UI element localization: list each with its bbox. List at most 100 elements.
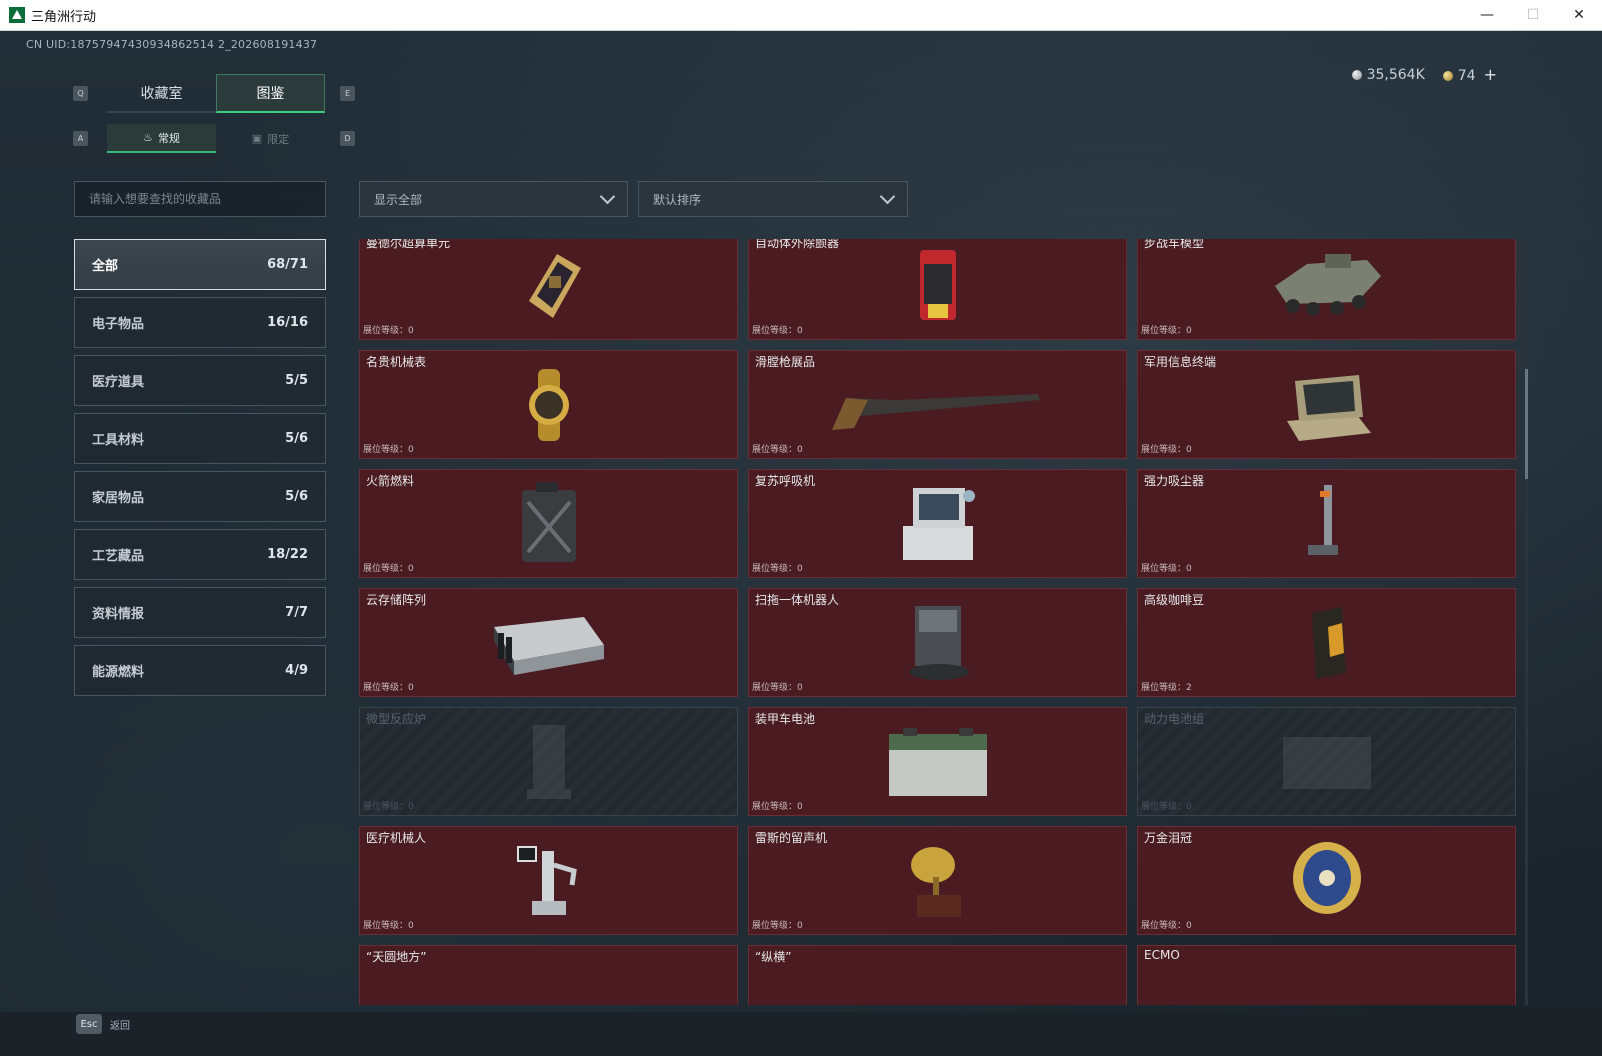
item-name: 万金泪冠 [1144,831,1193,845]
item-level: 展位等级：0 [752,445,803,455]
key-hint-d: D [340,131,355,146]
category-count: 68/71 [267,257,308,272]
back-label: 返回 [110,1020,130,1032]
collection-card[interactable]: 军用信息终端 展位等级：0 [1137,350,1516,459]
sub-tabs: ♨ 常规 ▣ 限定 [107,124,325,153]
key-hint-e: E [340,86,355,101]
add-currency-button[interactable]: + [1484,65,1497,84]
subtab-limited[interactable]: ▣ 限定 [216,124,325,153]
category-tools[interactable]: 工具材料 5/6 [74,413,326,464]
category-list: 全部 68/71 电子物品 16/16 医疗道具 5/5 工具材料 5/6 家居… [74,239,326,703]
item-level: 展位等级：0 [1141,326,1192,336]
ifv-model-icon [1274,253,1381,316]
battery-icon [888,727,987,796]
category-household[interactable]: 家居物品 5/6 [74,471,326,522]
collection-card[interactable]: 医疗机械人 展位等级：0 [359,826,738,935]
collection-card-locked[interactable]: 动力电池组 展位等级：0 [1137,707,1516,816]
maximize-button[interactable]: ☐ [1510,0,1556,31]
collection-card[interactable]: 名贵机械表 展位等级：0 [359,350,738,459]
collection-card[interactable]: 曼德尔超算单元 展位等级：0 [359,239,738,340]
item-name: 高级咖啡豆 [1144,593,1205,607]
tab-collection-room[interactable]: 收藏室 [107,74,216,113]
collection-card[interactable]: 自动体外除颤器 展位等级：0 [748,239,1127,340]
subtab-regular[interactable]: ♨ 常规 [107,124,216,153]
currency-display: 35,564K 74 + [1351,65,1497,84]
app-logo-icon [9,7,25,23]
collection-card[interactable]: 高级咖啡豆 展位等级：2 [1137,588,1516,697]
category-label: 能源燃料 [92,665,145,680]
item-name: 动力电池组 [1144,712,1205,726]
item-name: 火箭燃料 [366,474,415,488]
item-level: 展位等级：0 [363,683,414,693]
item-level: 展位等级：0 [1141,564,1192,574]
category-label: 工具材料 [92,433,145,448]
category-intel[interactable]: 资料情报 7/7 [74,587,326,638]
gold-amount: 74 [1457,68,1476,84]
grid-scrollbar[interactable] [1525,239,1528,1005]
search-box [74,181,326,217]
item-name: 雷斯的留声机 [755,831,828,845]
terminal-icon [1286,374,1371,441]
esc-key-hint: Esc [76,1014,102,1034]
item-level: 展位等级：0 [1141,802,1192,812]
item-level: 展位等级：0 [752,326,803,336]
item-name: 名贵机械表 [366,355,427,369]
collection-card[interactable]: 扫拖一体机器人 展位等级：0 [748,588,1127,697]
defibrillator-icon [919,249,956,320]
collection-card-locked[interactable]: 微型反应炉 展位等级：0 [359,707,738,816]
collection-card[interactable]: 雷斯的留声机 展位等级：0 [748,826,1127,935]
category-label: 家居物品 [92,491,145,506]
back-button[interactable]: Esc 返回 [76,1014,130,1034]
category-count: 18/22 [267,547,308,562]
category-count: 5/5 [285,373,308,388]
chip-icon [528,253,581,318]
window-titlebar: 三角洲行动 — ☐ ✕ [0,0,1602,31]
category-electronics[interactable]: 电子物品 16/16 [74,297,326,348]
player-uid: CN UID:18757947430934862514 2_2026081914… [26,38,318,51]
game-viewport: CN UID:18757947430934862514 2_2026081914… [0,31,1602,1056]
category-medical[interactable]: 医疗道具 5/5 [74,355,326,406]
category-energy[interactable]: 能源燃料 4/9 [74,645,326,696]
item-level: 展位等级：2 [1141,683,1192,693]
collection-card[interactable]: “纵横” [748,945,1127,1005]
item-level: 展位等级：0 [752,921,803,931]
category-all[interactable]: 全部 68/71 [74,239,326,290]
filter-dropdown[interactable]: 显示全部 [359,181,628,217]
medical-robot-icon [516,845,577,915]
chevron-down-icon [599,188,616,204]
category-label: 资料情报 [92,607,145,622]
search-input[interactable] [89,192,311,206]
sort-dropdown[interactable]: 默认排序 [638,181,908,217]
category-count: 7/7 [285,605,308,620]
item-level: 展位等级：0 [752,802,803,812]
collection-card[interactable]: 步战车模型 展位等级：0 [1137,239,1516,340]
item-level: 展位等级：0 [752,683,803,693]
collection-card[interactable]: ECMO [1137,945,1516,1005]
category-crafts[interactable]: 工艺藏品 18/22 [74,529,326,580]
subtab-regular-label: 常规 [157,131,180,145]
gold-coin-icon [1442,71,1453,81]
collection-card[interactable]: 滑膛枪展品 展位等级：0 [748,350,1127,459]
minimize-button[interactable]: — [1464,0,1510,31]
item-name: 装甲车电池 [755,712,816,726]
scrollbar-thumb[interactable] [1525,369,1528,479]
collection-card[interactable]: 装甲车电池 展位等级：0 [748,707,1127,816]
item-name: 云存储阵列 [366,593,427,607]
collection-grid: 曼德尔超算单元 展位等级：0 自动体外除颤器 展位等级：0 步战车模型 展位等级… [359,239,1519,1005]
collection-card[interactable]: 云存储阵列 展位等级：0 [359,588,738,697]
item-name: 复苏呼吸机 [755,474,816,488]
item-name: 扫拖一体机器人 [755,593,840,607]
collection-card[interactable]: “天圆地方” [359,945,738,1005]
category-count: 16/16 [267,315,308,330]
collection-card[interactable]: 万金泪冠 展位等级：0 [1137,826,1516,935]
collection-card[interactable]: 强力吸尘器 展位等级：0 [1137,469,1516,578]
key-hint-q: Q [73,86,88,101]
tab-catalog[interactable]: 图鉴 [216,74,325,113]
collection-card[interactable]: 火箭燃料 展位等级：0 [359,469,738,578]
category-label: 全部 [92,259,119,274]
category-label: 电子物品 [92,317,145,332]
collection-card[interactable]: 复苏呼吸机 展位等级：0 [748,469,1127,578]
category-count: 5/6 [285,489,308,504]
close-button[interactable]: ✕ [1556,0,1602,31]
bottom-bar [0,1012,1602,1056]
